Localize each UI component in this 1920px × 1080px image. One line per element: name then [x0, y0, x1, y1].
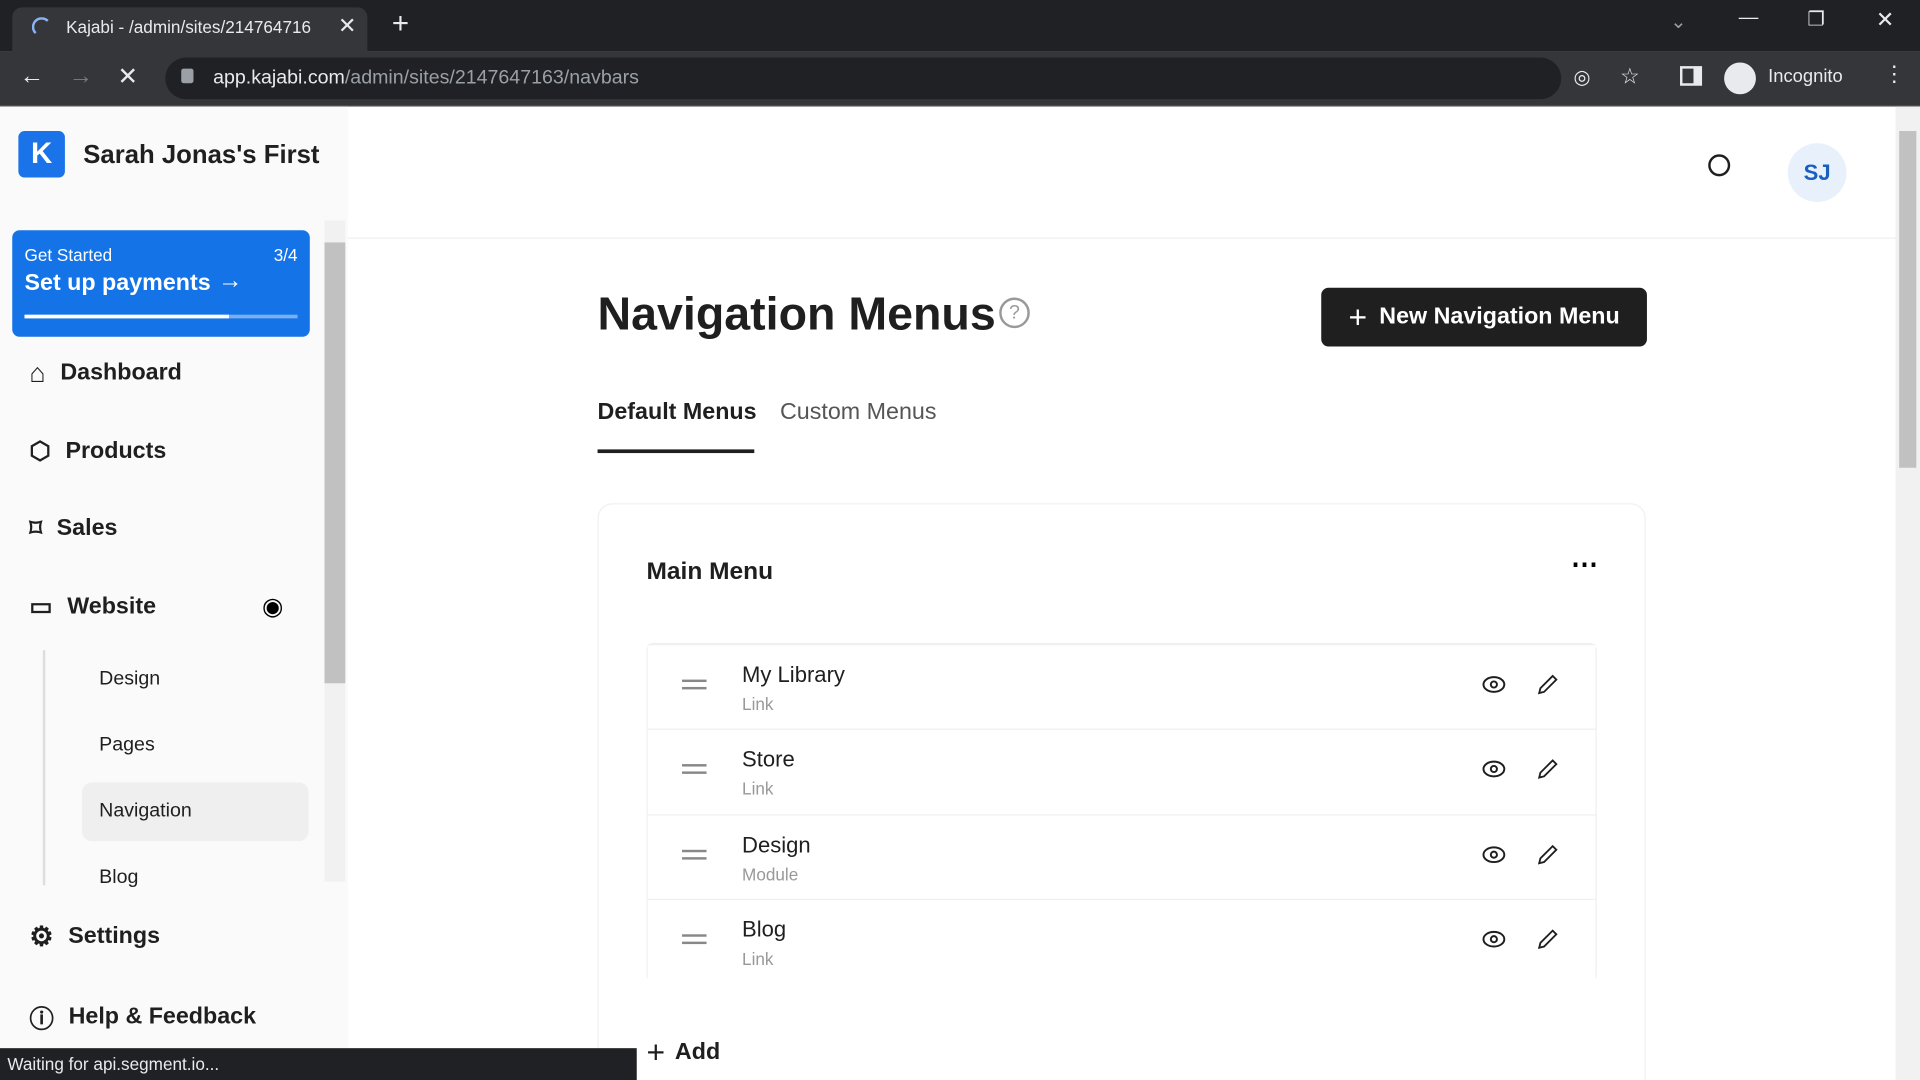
add-item-button[interactable]: + Add — [647, 1033, 721, 1071]
sidebar-item-settings[interactable]: ⚙ Settings — [29, 921, 160, 953]
progress-bar — [24, 314, 298, 319]
get-started-label: Get Started — [24, 244, 113, 265]
plus-icon: + — [1348, 298, 1368, 335]
stop-button[interactable]: ✕ — [118, 61, 139, 92]
menu-item-row: Blog Link — [647, 898, 1596, 984]
pencil-icon[interactable] — [1536, 672, 1560, 696]
menu-item-type: Module — [742, 863, 799, 884]
tag-icon: ⌑ — [29, 515, 42, 543]
menu-item-name: Design — [742, 832, 811, 857]
tab-default-menus[interactable]: Default Menus — [598, 399, 757, 426]
url-path: /admin/sites/2147647163/navbars — [344, 67, 639, 89]
drag-handle-icon[interactable] — [682, 934, 707, 944]
sidebar-item-products[interactable]: ⬡ Products — [29, 436, 166, 467]
lock-icon — [181, 68, 194, 84]
sidebar-scrollbar[interactable] — [324, 220, 346, 882]
sidebar-item-dashboard[interactable]: ⌂ Dashboard — [29, 358, 182, 390]
tab-search-icon[interactable]: ⌄ — [1670, 10, 1686, 34]
tab-custom-menus[interactable]: Custom Menus — [780, 399, 936, 426]
sidebar-sub-blog[interactable]: Blog — [99, 867, 138, 889]
menu-item-type: Link — [742, 779, 774, 799]
eye-icon[interactable] — [1482, 760, 1506, 780]
get-started-action: Set up payments — [24, 270, 211, 297]
drag-handle-icon[interactable] — [682, 764, 707, 775]
new-navigation-menu-button[interactable]: + New Navigation Menu — [1321, 287, 1647, 347]
menu-item-type: Link — [742, 948, 774, 969]
drag-handle-icon[interactable] — [682, 679, 707, 690]
sidebar-sub-pages[interactable]: Pages — [99, 735, 155, 757]
eye-icon[interactable] — [1482, 844, 1506, 864]
menu-item-name: Blog — [742, 917, 787, 942]
plus-icon: + — [646, 1033, 666, 1071]
kajabi-logo[interactable]: K — [18, 131, 65, 178]
forward-button[interactable]: → — [69, 62, 93, 90]
more-options-icon[interactable]: ⋯ — [1571, 549, 1598, 581]
get-started-card[interactable]: Get Started 3/4 Set up payments → — [12, 230, 310, 337]
box-icon: ⬡ — [29, 438, 51, 466]
get-started-count: 3/4 — [273, 244, 298, 265]
active-tab-underline — [597, 449, 755, 454]
url-host: app.kajabi.com — [213, 67, 345, 89]
browser-toolbar: ← → ✕ app.kajabi.com/admin/sites/2147647… — [0, 51, 1920, 107]
tracking-off-icon[interactable]: ◎ — [1573, 65, 1590, 89]
header-divider — [347, 237, 1896, 239]
sidebar-sub-design[interactable]: Design — [99, 669, 160, 691]
menu-item-row: Design Module — [647, 813, 1596, 899]
tab-title: Kajabi - /admin/sites/214764716 — [66, 17, 312, 37]
sidebar: K Sarah Jonas's First Get Started 3/4 Se… — [0, 106, 348, 1080]
avatar[interactable]: SJ — [1787, 143, 1847, 203]
profile-label[interactable]: Incognito — [1768, 66, 1843, 87]
subnav-line — [42, 650, 46, 886]
eye-icon[interactable] — [1482, 675, 1506, 695]
menu-title: Main Menu — [646, 558, 774, 586]
new-tab-button[interactable]: + — [392, 7, 409, 41]
help-circle-icon[interactable]: ? — [999, 297, 1030, 329]
menu-item-row: My Library Link — [647, 644, 1596, 729]
address-bar[interactable]: app.kajabi.com/admin/sites/2147647163/na… — [165, 57, 1640, 100]
bookmark-star-icon[interactable]: ☆ — [1620, 64, 1640, 90]
sidebar-sub-navigation[interactable]: Navigation — [99, 801, 192, 823]
back-button[interactable]: ← — [20, 62, 44, 90]
pencil-icon[interactable] — [1536, 927, 1560, 951]
menu-item-name: Store — [742, 747, 795, 772]
sidebar-item-help[interactable]: ⓘ Help & Feedback — [29, 999, 256, 1035]
menu-item-row: Store Link — [647, 728, 1596, 814]
sidebar-item-sales[interactable]: ⌑ Sales — [29, 513, 117, 544]
arrow-right-icon: → — [217, 266, 243, 294]
minimize-button[interactable]: — — [1739, 7, 1759, 29]
pencil-icon[interactable] — [1536, 842, 1560, 866]
status-bar: Waiting for api.segment.io... — [0, 1048, 637, 1080]
browser-tab-bar: Kajabi - /admin/sites/214764716 ✕ + ⌄ — … — [0, 0, 1920, 52]
site-name: Sarah Jonas's First — [83, 140, 320, 169]
close-window-button[interactable]: ✕ — [1876, 7, 1894, 33]
monitor-icon: ▭ — [29, 593, 53, 621]
loading-icon — [31, 17, 52, 37]
menu-kebab-icon[interactable]: ⋮ — [1883, 61, 1905, 87]
menu-item-name: My Library — [742, 662, 845, 687]
restore-button[interactable]: ❐ — [1807, 7, 1825, 31]
drag-handle-icon[interactable] — [682, 849, 707, 860]
menu-item-type: Link — [742, 694, 774, 714]
page-scrollbar[interactable] — [1895, 106, 1920, 1080]
browser-tab[interactable]: Kajabi - /admin/sites/214764716 ✕ — [12, 7, 368, 52]
gear-icon: ⚙ — [29, 920, 54, 952]
pencil-icon[interactable] — [1536, 757, 1560, 781]
eye-icon[interactable] — [1482, 929, 1506, 949]
sidebar-item-website[interactable]: ▭ Website — [29, 591, 156, 622]
help-icon: ⓘ — [29, 1006, 54, 1034]
side-panel-icon[interactable] — [1680, 66, 1703, 86]
search-icon[interactable] — [1708, 154, 1731, 177]
incognito-icon — [1724, 62, 1756, 95]
close-tab-icon[interactable]: ✕ — [338, 13, 356, 39]
eye-icon[interactable]: ◉ — [262, 591, 283, 622]
home-icon: ⌂ — [29, 357, 46, 389]
page-title: Navigation Menus — [597, 288, 996, 341]
